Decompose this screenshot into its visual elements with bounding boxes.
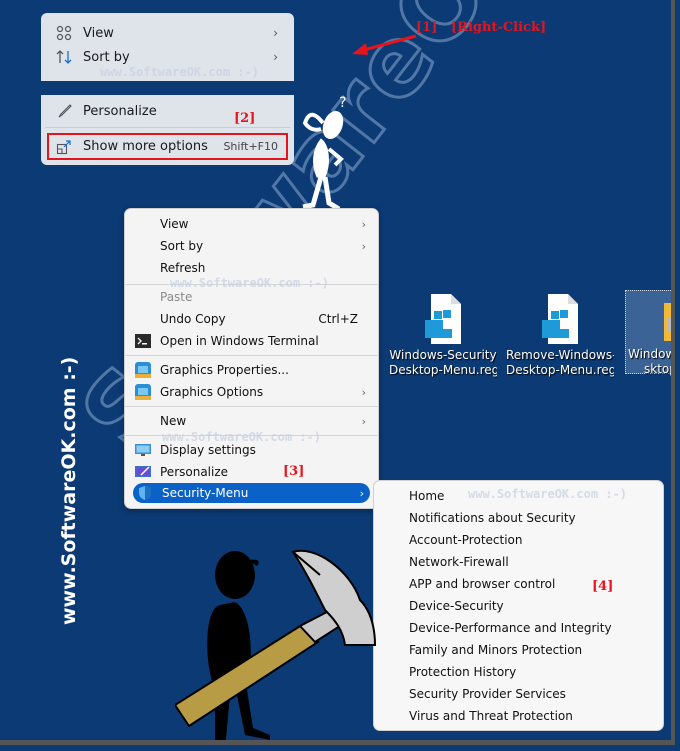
annotation-step-1: [1] (416, 20, 438, 35)
menu-item-open-in-windows-terminal[interactable]: Open in Windows Terminal (131, 330, 372, 352)
w11-menu-item-view[interactable]: View › (41, 21, 294, 45)
menu-item-paste[interactable]: Paste (131, 286, 372, 308)
menu-item-label: Display settings (160, 443, 256, 457)
menu-item-graphics-options[interactable]: Graphics Options › (131, 381, 372, 403)
submenu-item-network-firewall[interactable]: Network-Firewall (409, 551, 509, 573)
display-icon (135, 444, 151, 456)
desktop-icon-label: Windowssktop- (628, 347, 675, 376)
chevron-right-icon: › (361, 239, 366, 253)
classic-context-menu: View › Sort by › Refresh Paste Undo Copy… (124, 208, 379, 509)
menu-item-label: Paste (160, 290, 193, 304)
chevron-right-icon: › (361, 414, 366, 428)
red-arrow-icon (352, 34, 417, 55)
w11-menu-item-personalize[interactable]: Personalize (41, 99, 294, 123)
menu-item-label: Sort by (160, 239, 204, 253)
menu-item-undo-copy[interactable]: Undo Copy Ctrl+Z (131, 308, 372, 330)
brush-icon (55, 102, 73, 120)
grid-view-icon (55, 24, 73, 42)
menu-item-refresh[interactable]: Refresh (131, 257, 372, 279)
menu-item-graphics-properties[interactable]: Graphics Properties... (131, 359, 372, 381)
menu-separator (125, 435, 378, 436)
menu-item-sort-by[interactable]: Sort by › (131, 235, 372, 257)
submenu-item-device-security[interactable]: Device-Security (409, 595, 504, 617)
chevron-right-icon: › (361, 385, 366, 399)
win11-context-menu-top: View › Sort by › (41, 13, 294, 81)
open-external-icon (55, 138, 73, 156)
w11-menu-label: Personalize (83, 103, 157, 119)
submenu-item-virus-threat-protection[interactable]: Virus and Threat Protection (409, 705, 573, 727)
annotation-step-4: [4] (592, 579, 614, 594)
submenu-item-app-browser-control[interactable]: APP and browser control (409, 573, 555, 595)
menu-separator (125, 406, 378, 407)
intel-graphics-icon (135, 362, 151, 378)
w11-menu-label: Show more options (83, 139, 208, 154)
personalize-icon (135, 466, 151, 477)
desktop-icon-label: Windows-Security Desktop-Menu.reg (389, 348, 497, 377)
registry-file-icon (425, 294, 461, 344)
watermark-vertical: www.SoftwareOK.com :-) (58, 356, 80, 625)
menu-item-label: Graphics Properties... (160, 363, 289, 377)
terminal-icon (135, 334, 151, 348)
menu-item-label: Graphics Options (160, 385, 264, 399)
svg-text:?: ? (339, 95, 346, 111)
menu-separator (45, 127, 290, 128)
submenu-item-home[interactable]: Home (409, 485, 444, 507)
registry-file-icon (542, 294, 578, 344)
submenu-item-account-protection[interactable]: Account-Protection (409, 529, 523, 551)
menu-item-security-menu[interactable]: Security-Menu › (133, 483, 370, 503)
desktop-icon-windows-security-reg[interactable]: Windows-Security Desktop-Menu.reg (389, 292, 497, 377)
desktop-icon-remove-windows-reg[interactable]: Remove-Windows-...Desktop-Menu.reg (506, 292, 614, 377)
submenu-item-security-provider-services[interactable]: Security Provider Services (409, 683, 566, 705)
submenu-item-protection-history[interactable]: Protection History (409, 661, 516, 683)
menu-item-display-settings[interactable]: Display settings (131, 439, 372, 461)
shortcut-label: Ctrl+Z (318, 312, 358, 326)
submenu-item-family-minors-protection[interactable]: Family and Minors Protection (409, 639, 582, 661)
chevron-right-icon: › (359, 486, 364, 500)
annotation-right-click: [Right-Click] (451, 20, 547, 35)
menu-item-new[interactable]: New › (131, 410, 372, 432)
sort-icon (55, 48, 73, 66)
security-submenu: Home Notifications about Security Accoun… (373, 480, 664, 731)
menu-item-label: New (160, 414, 187, 428)
desktop-icon-label: Remove-Windows-...Desktop-Menu.reg (506, 348, 614, 377)
w11-menu-item-show-more-options[interactable]: Show more options Shift+F10 (47, 133, 288, 160)
menu-item-label: Personalize (160, 465, 229, 479)
menu-item-label: Undo Copy (160, 312, 226, 326)
menu-item-view[interactable]: View › (131, 213, 372, 235)
w11-menu-label: View (83, 25, 114, 41)
thinking-figure-illustration: ? (302, 95, 346, 212)
hammer-man-illustration (175, 549, 377, 740)
menu-item-label: Refresh (160, 261, 206, 275)
menu-item-label: View (160, 217, 189, 231)
chevron-right-icon: › (273, 50, 278, 64)
shield-icon (139, 486, 151, 500)
menu-separator (125, 355, 378, 356)
submenu-item-device-performance[interactable]: Device-Performance and Integrity (409, 617, 612, 639)
zip-folder-icon (664, 303, 671, 341)
annotation-step-2: [2] (234, 111, 256, 126)
menu-item-label: Security-Menu (162, 486, 249, 500)
menu-item-personalize[interactable]: Personalize (131, 461, 372, 483)
desktop[interactable]: SoftwareOK.com www.SoftwareOK.com :-) [1… (0, 0, 675, 745)
menu-separator (125, 284, 378, 285)
shortcut-label: Shift+F10 (223, 140, 278, 153)
win11-context-menu-bottom: Personalize Show more options Shift+F10 (41, 95, 294, 165)
desktop-icon-windows-zip-selected[interactable]: Windowssktop- (625, 290, 675, 376)
w11-menu-label: Sort by (83, 49, 130, 65)
submenu-item-notifications-about-security[interactable]: Notifications about Security (409, 507, 576, 529)
intel-graphics-icon (135, 384, 151, 400)
chevron-right-icon: › (361, 217, 366, 231)
annotation-step-3: [3] (283, 464, 305, 479)
w11-menu-item-sort-by[interactable]: Sort by › (41, 45, 294, 69)
chevron-right-icon: › (273, 26, 278, 40)
menu-item-label: Open in Windows Terminal (160, 334, 319, 348)
